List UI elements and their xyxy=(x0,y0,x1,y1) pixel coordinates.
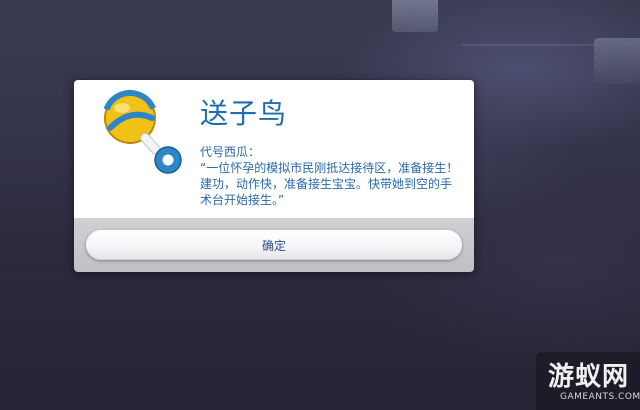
confirm-button[interactable]: 确定 xyxy=(86,230,462,260)
dialog-message: “一位怀孕的模拟市民刚抵达接待区，准备接生！建功，动作快，准备接生宝宝。快带她到… xyxy=(200,161,459,207)
background-object xyxy=(392,0,438,32)
dialog-speaker: 代号西瓜： xyxy=(200,145,261,159)
dialog-body: 送子鸟 代号西瓜： “一位怀孕的模拟市民刚抵达接待区，准备接生！建功，动作快，准… xyxy=(74,80,474,218)
notification-dialog: 送子鸟 代号西瓜： “一位怀孕的模拟市民刚抵达接待区，准备接生！建功，动作快，准… xyxy=(74,80,474,272)
dialog-title: 送子鸟 xyxy=(200,97,288,130)
background-bench xyxy=(594,38,640,84)
watermark-site: GAMEANTS.COM xyxy=(560,392,640,402)
watermark-logo: 游蚁网 xyxy=(548,362,630,392)
confirm-button-label: 确定 xyxy=(261,238,286,253)
baby-rattle-icon xyxy=(102,89,182,174)
